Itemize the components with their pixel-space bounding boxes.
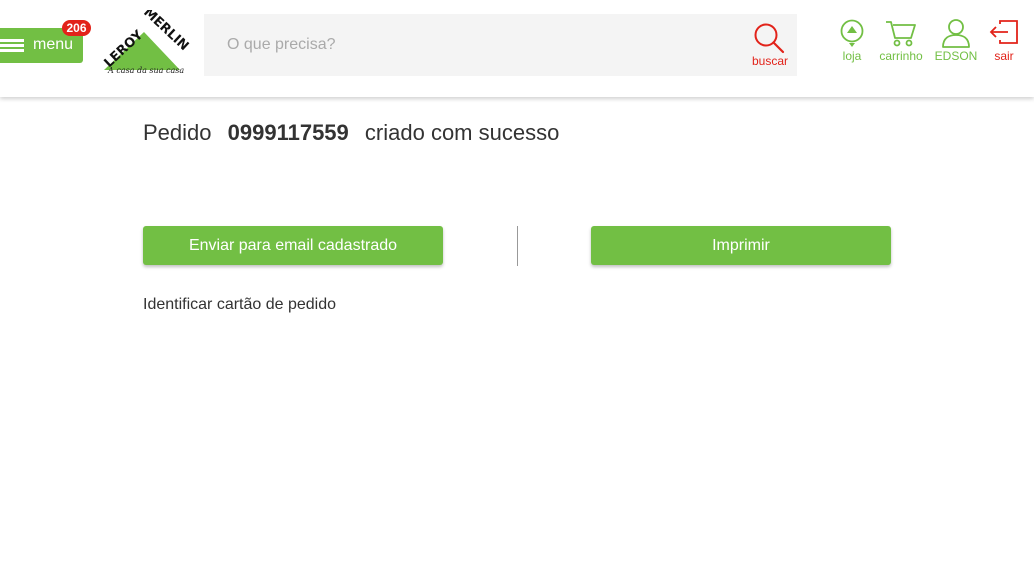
user-icon (942, 19, 970, 48)
hamburger-icon (0, 39, 24, 52)
cart-icon (886, 21, 916, 47)
search-button[interactable]: buscar (744, 20, 796, 72)
search-input[interactable] (204, 14, 724, 76)
store-button[interactable]: loja (836, 18, 868, 70)
send-email-button[interactable]: Enviar para email cadastrado (143, 226, 443, 265)
store-location-icon (840, 19, 864, 47)
menu-label: menu (33, 36, 74, 53)
menu-badge: 206 (62, 20, 91, 36)
cart-button[interactable]: carrinho (876, 18, 926, 70)
search-icon (754, 23, 785, 54)
store-label: loja (842, 49, 862, 63)
title-suffix: criado com sucesso (364, 120, 560, 145)
logout-button[interactable]: sair (988, 18, 1020, 70)
title-prefix: Pedido (143, 120, 212, 145)
identify-order-card-link[interactable]: Identificar cartão de pedido (143, 296, 336, 314)
site-header: menu 206 LEROY MERLIN A casa da sua casa… (0, 0, 1034, 97)
print-button[interactable]: Imprimir (591, 226, 891, 265)
logo-tagline: A casa da sua casa (108, 66, 185, 75)
user-button[interactable]: EDSON (932, 18, 980, 70)
user-label: EDSON (934, 49, 978, 63)
order-number: 0999117559 (227, 120, 349, 145)
cart-label: carrinho (879, 49, 923, 63)
menu-button[interactable]: menu 206 (0, 20, 91, 63)
logout-label: sair (994, 49, 1014, 63)
page-title: Pedido 0999117559 criado com sucesso (143, 120, 559, 146)
logout-icon (989, 20, 1018, 44)
button-divider (517, 226, 518, 266)
search-button-label: buscar (751, 54, 789, 68)
order-confirmation: Pedido 0999117559 criado com sucesso Env… (0, 97, 1034, 576)
search-bar: buscar (204, 14, 797, 76)
